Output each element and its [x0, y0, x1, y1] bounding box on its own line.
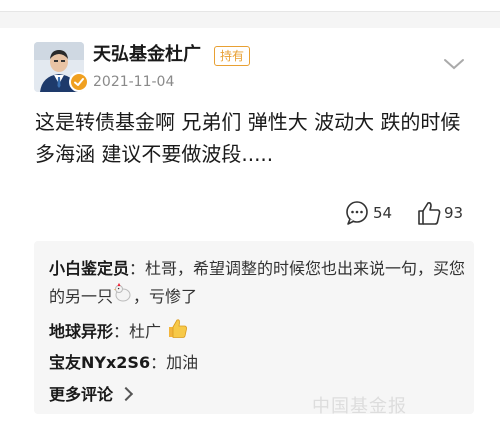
- comment-item[interactable]: 地球异形：杜广: [49, 317, 469, 348]
- comment-section: 小白鉴定员：杜哥，希望调整的时候您也出来说一句，买您的另一只 ，亏惨了 地球异形：…: [34, 241, 474, 414]
- comment-separator: ：: [113, 322, 130, 341]
- comment-item[interactable]: 宝友NYx2S6：加油: [49, 349, 469, 377]
- previous-card-edge: [0, 0, 500, 12]
- thumbs-up-icon: [418, 202, 441, 225]
- post-card: 天弘基金杜广 持有 2021-11-04 这是转债基金啊 兄弟们 弹性大 波动大…: [0, 28, 500, 445]
- comment-user[interactable]: 地球异形: [49, 322, 113, 341]
- chicken-emoji-icon: [113, 282, 133, 312]
- comment-text-tail: ，亏惨了: [133, 287, 198, 306]
- comment-user[interactable]: 小白鉴定员: [49, 259, 129, 278]
- chevron-down-icon[interactable]: [441, 56, 467, 72]
- comment-button[interactable]: 54: [344, 200, 394, 228]
- watermark: 中国基金报: [312, 396, 407, 417]
- like-button[interactable]: 93: [416, 200, 476, 228]
- comment-separator: ：: [150, 353, 167, 372]
- thumbs-up-emoji-icon: [166, 317, 188, 348]
- like-count: 93: [444, 204, 464, 222]
- verified-badge-icon: [69, 72, 89, 92]
- comment-item[interactable]: 小白鉴定员：杜哥，希望调整的时候您也出来说一句，买您的另一只 ，亏惨了: [49, 255, 469, 312]
- chevron-right-icon: [118, 386, 134, 402]
- comment-separator: ：: [129, 259, 146, 278]
- comment-text: 加油: [166, 353, 199, 372]
- comment-user[interactable]: 宝友NYx2S6: [49, 353, 150, 372]
- comment-bubble-icon: [346, 201, 368, 225]
- more-comments-label: 更多评论: [49, 385, 114, 404]
- comment-text: 杜广: [129, 322, 162, 341]
- comment-count: 54: [373, 204, 393, 222]
- post-body: 这是转债基金啊 兄弟们 弹性大 波动大 跌的时候多海涵 建议不要做波段.....: [35, 110, 461, 166]
- author-name[interactable]: 天弘基金杜广: [93, 44, 201, 66]
- post-date: 2021-11-04: [93, 74, 175, 90]
- holding-badge: 持有: [214, 46, 251, 66]
- more-comments-link[interactable]: 更多评论: [49, 381, 134, 409]
